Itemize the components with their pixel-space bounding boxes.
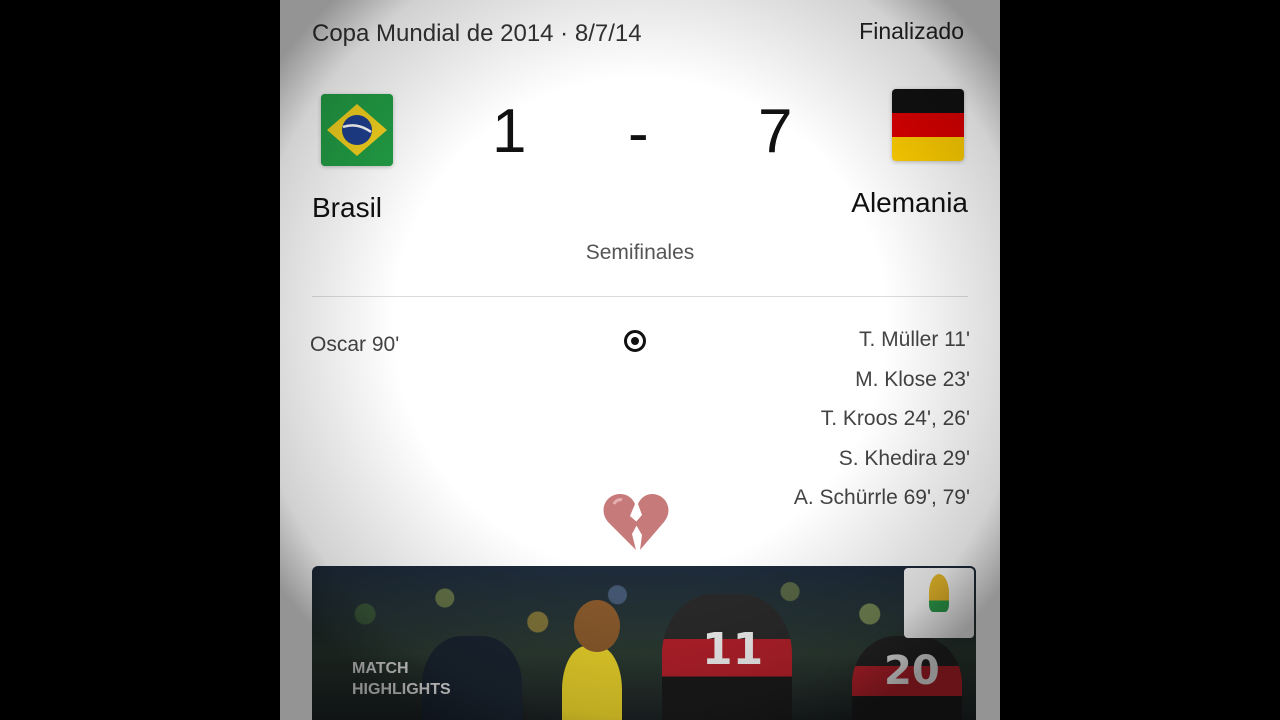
match-status: Finalizado	[859, 18, 964, 44]
match-card-screen: Copa Mundial de 2014 · 8/7/14 Finalizado…	[280, 0, 1000, 720]
highlights-label-line2: HIGHLIGHTS	[352, 681, 451, 698]
germany-flag-icon[interactable]	[892, 89, 964, 161]
home-team-name[interactable]: Brasil	[312, 192, 382, 224]
player-head	[574, 600, 620, 652]
away-goal-scorer: T. Kroos 24', 26'	[820, 407, 970, 430]
away-goal-scorer: A. Schürrle 69', 79'	[793, 486, 970, 509]
jersey-number: 20	[884, 648, 940, 694]
away-team-name[interactable]: Alemania	[851, 187, 968, 219]
broken-heart-icon	[603, 494, 669, 550]
match-stage: Semifinales	[585, 241, 695, 264]
highlights-video-thumbnail[interactable]: 11 20 MATCH HIGHLIGHTS	[312, 566, 976, 720]
highlights-label-line1: MATCH	[352, 660, 409, 677]
brazil-flag-graphic	[321, 94, 393, 166]
trophy-icon	[929, 574, 949, 612]
home-score: 1	[492, 97, 527, 166]
germany-flag-red-stripe	[892, 113, 964, 137]
jersey-number: 11	[702, 624, 764, 675]
away-goal-scorer: M. Klose 23'	[855, 367, 970, 391]
germany-flag-black-stripe	[892, 89, 964, 113]
away-goal-scorers: T. Müller 11' M. Klose 23' T. Kroos 24',…	[794, 326, 970, 524]
player-figure	[562, 646, 622, 720]
away-goal-scorer: S. Khedira 29'	[838, 446, 970, 470]
section-divider	[312, 296, 968, 297]
highlights-label: MATCH HIGHLIGHTS	[352, 658, 451, 700]
home-goal-scorer: Oscar 90'	[310, 333, 400, 356]
germany-flag-gold-stripe	[892, 137, 964, 161]
score-separator: -	[628, 99, 649, 168]
world-cup-logo-icon	[904, 568, 974, 638]
away-score: 7	[758, 97, 793, 166]
competition-date: Copa Mundial de 2014 · 8/7/14	[312, 20, 642, 47]
brazil-flag-icon[interactable]	[321, 94, 393, 166]
away-goal-scorer: T. Müller 11'	[859, 328, 970, 351]
soccer-ball-icon	[624, 330, 646, 352]
